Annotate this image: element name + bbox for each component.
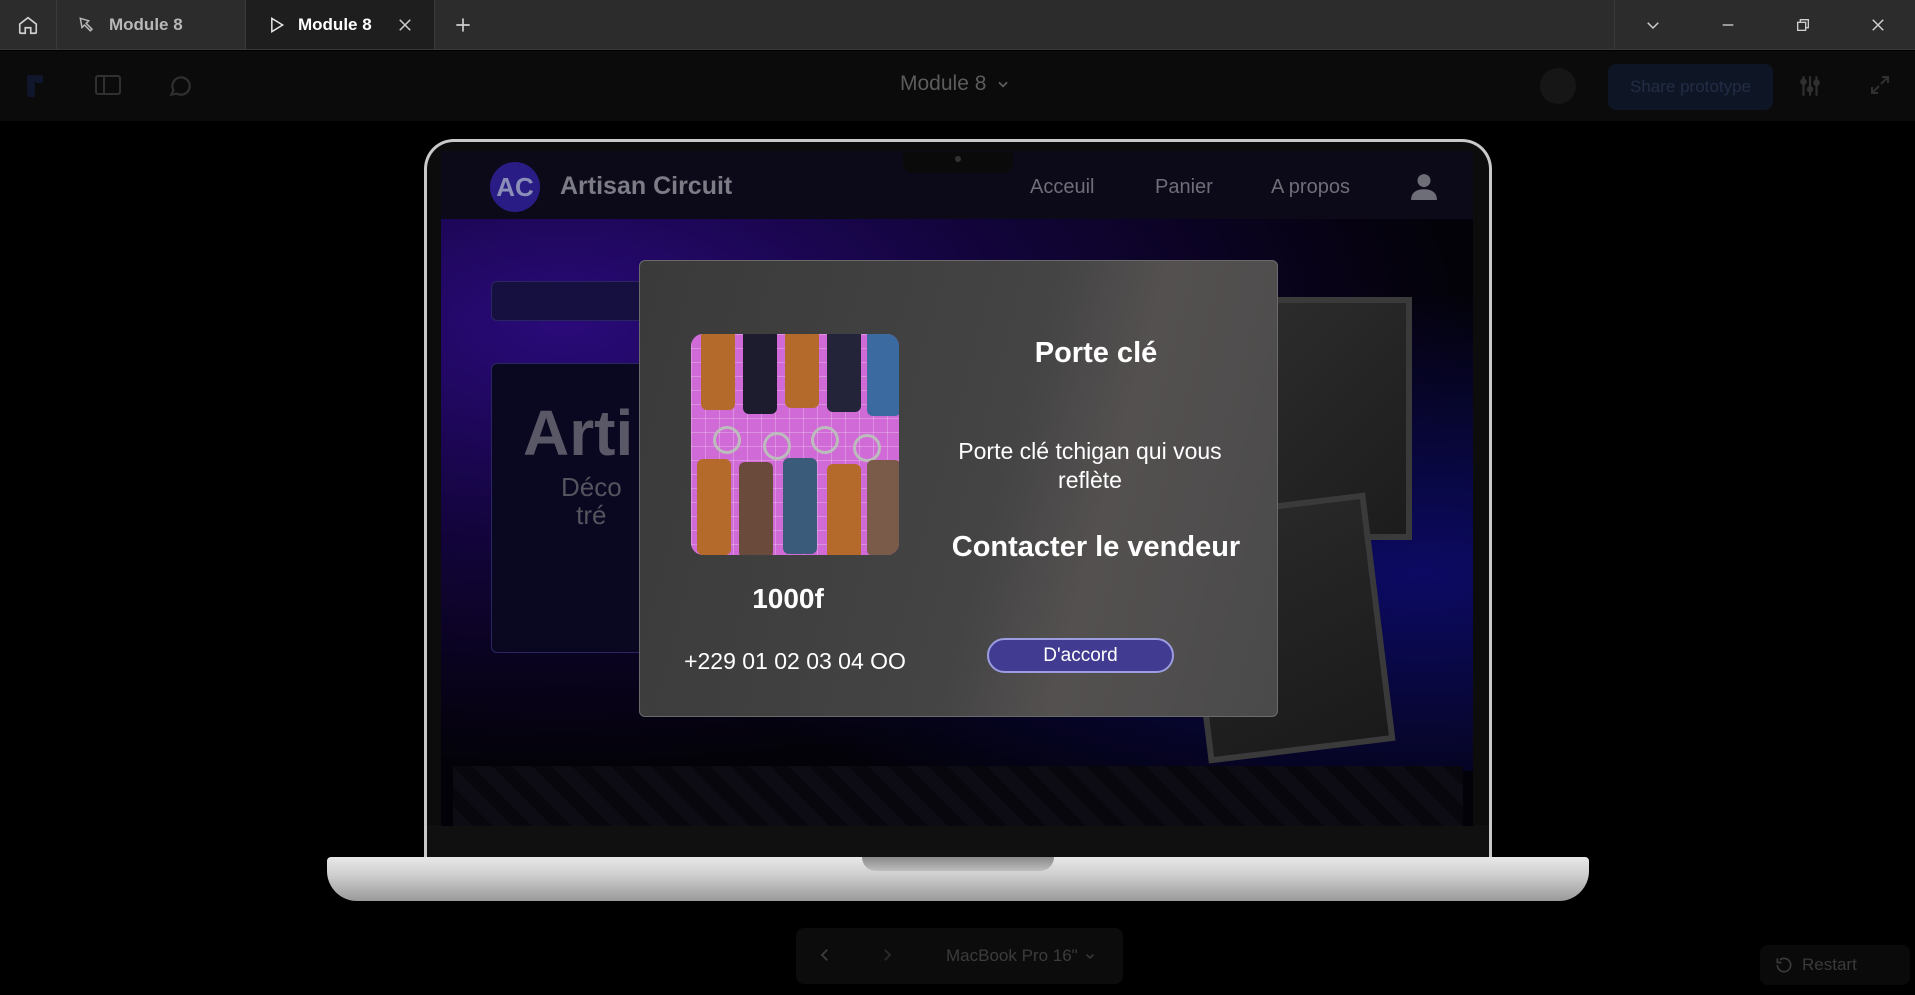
tab-prototype[interactable]: Module 8 bbox=[246, 0, 435, 49]
new-tab-button[interactable] bbox=[435, 0, 491, 49]
window-titlebar: Module 8 Module 8 bbox=[0, 0, 1915, 50]
home-button[interactable] bbox=[0, 0, 57, 49]
nav-link-acceuil[interactable]: Acceuil bbox=[1030, 176, 1094, 199]
restart-label: Restart bbox=[1802, 955, 1857, 974]
tab-design-file[interactable]: Module 8 bbox=[57, 0, 246, 49]
seller-phone[interactable]: +229 01 02 03 04 OO bbox=[640, 648, 950, 675]
chevron-down-icon bbox=[998, 81, 1009, 88]
device-controls: MacBook Pro 16" bbox=[796, 928, 1123, 984]
file-title-dropdown[interactable]: Module 8 bbox=[900, 72, 1010, 96]
play-icon bbox=[271, 16, 285, 33]
previous-frame-icon[interactable] bbox=[816, 946, 834, 964]
tab-label: Module 8 bbox=[109, 14, 183, 34]
device-label: MacBook Pro 16" bbox=[946, 946, 1078, 965]
close-icon bbox=[1871, 18, 1884, 31]
chevron-down-icon bbox=[1085, 953, 1094, 960]
camera-notch bbox=[903, 152, 1013, 173]
hero-subtitle-line1: Déco bbox=[561, 472, 622, 502]
figma-file-icon bbox=[79, 16, 94, 32]
laptop-groove bbox=[862, 857, 1054, 871]
figma-logo-icon[interactable] bbox=[25, 73, 47, 99]
chevron-down-icon bbox=[1646, 21, 1659, 29]
avatar[interactable] bbox=[1540, 68, 1576, 104]
user-icon[interactable] bbox=[1411, 172, 1437, 200]
home-icon bbox=[18, 16, 38, 34]
close-tab-icon[interactable] bbox=[396, 16, 414, 34]
confirm-button[interactable]: D'accord bbox=[987, 638, 1174, 673]
window-controls bbox=[1614, 0, 1915, 49]
tab-label: Module 8 bbox=[298, 14, 372, 34]
plus-icon bbox=[456, 17, 470, 32]
prototype-toolbar: Module 8 Share prototype bbox=[0, 51, 1915, 121]
site-brand[interactable]: Artisan Circuit bbox=[560, 172, 732, 201]
fullscreen-icon[interactable] bbox=[1868, 73, 1892, 97]
sidebar-toggle-icon[interactable] bbox=[94, 73, 122, 97]
hero-title: Arti bbox=[523, 397, 634, 469]
device-selector[interactable]: MacBook Pro 16" bbox=[946, 946, 1096, 966]
laptop-chin bbox=[427, 825, 1489, 858]
minimize-icon bbox=[1722, 23, 1733, 26]
comment-icon[interactable] bbox=[167, 73, 193, 99]
product-image-keychains bbox=[691, 334, 899, 555]
hero-subtitle: Déco tré bbox=[561, 473, 622, 529]
titlebar-drag-region bbox=[491, 0, 1614, 49]
footer-pattern bbox=[453, 766, 1463, 826]
close-window-button[interactable] bbox=[1840, 0, 1915, 49]
settings-sliders-icon[interactable] bbox=[1796, 73, 1824, 99]
laptop-base bbox=[327, 857, 1589, 901]
tab-list-button[interactable] bbox=[1615, 0, 1690, 49]
product-modal: 1000f +229 01 02 03 04 OO Porte clé Port… bbox=[639, 260, 1278, 717]
next-frame-icon[interactable] bbox=[878, 946, 896, 964]
nav-link-panier[interactable]: Panier bbox=[1155, 176, 1213, 199]
product-price: 1000f bbox=[752, 583, 824, 614]
product-title: Porte clé bbox=[1034, 337, 1158, 369]
contact-seller-heading: Contacter le vendeur bbox=[951, 531, 1241, 563]
product-description: Porte clé tchigan qui vous reflète bbox=[958, 438, 1222, 493]
restore-button[interactable] bbox=[1765, 0, 1840, 49]
file-title: Module 8 bbox=[900, 72, 987, 95]
share-prototype-button[interactable]: Share prototype bbox=[1608, 64, 1773, 110]
restore-icon bbox=[1796, 18, 1809, 31]
restart-button[interactable]: Restart bbox=[1760, 945, 1910, 985]
minimize-button[interactable] bbox=[1690, 0, 1765, 49]
hero-subtitle-line2: tré bbox=[576, 500, 607, 530]
nav-link-a-propos[interactable]: A propos bbox=[1271, 176, 1350, 199]
site-logo[interactable]: AC bbox=[490, 162, 540, 212]
restart-icon bbox=[1776, 957, 1792, 973]
